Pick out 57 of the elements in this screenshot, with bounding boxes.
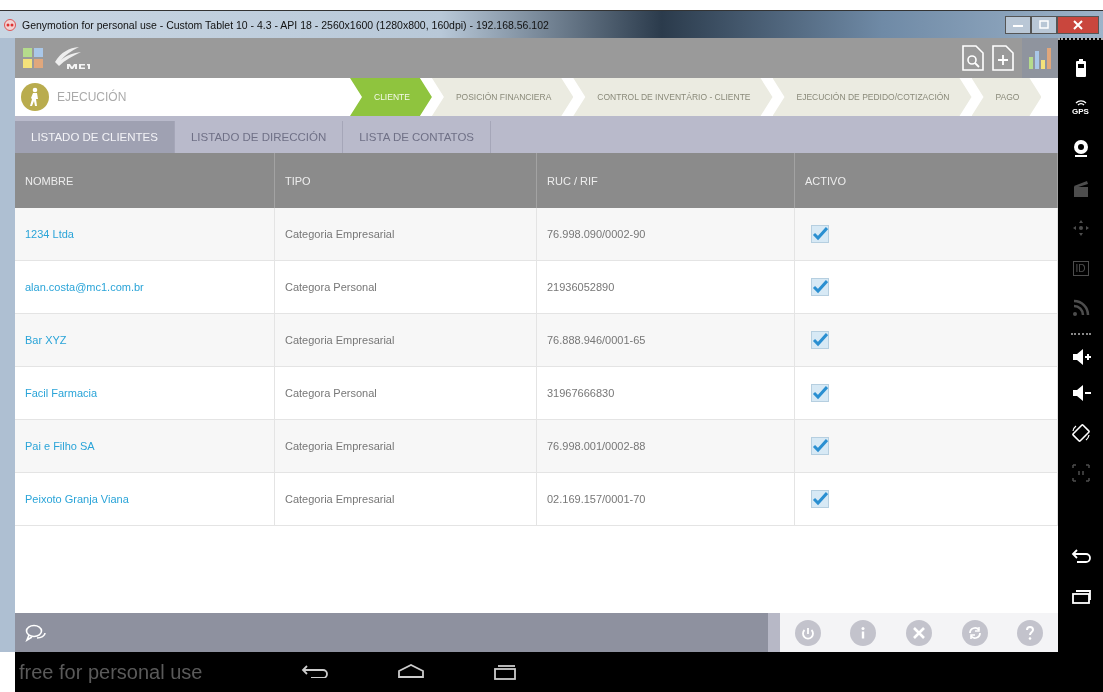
tab[interactable]: LISTADO DE CLIENTES <box>15 121 175 153</box>
add-document-icon[interactable] <box>992 45 1014 71</box>
table-cell: Categora Personal <box>275 261 537 313</box>
chat-icon[interactable] <box>25 623 47 642</box>
client-link[interactable]: 1234 Ltda <box>15 208 275 260</box>
client-link[interactable]: Bar XYZ <box>15 314 275 366</box>
close-button[interactable] <box>1057 15 1099 34</box>
checkbox[interactable] <box>811 331 829 349</box>
table-cell: 76.888.946/0001-65 <box>537 314 795 366</box>
volume-down-icon[interactable] <box>1070 383 1091 403</box>
checkbox[interactable] <box>811 490 829 508</box>
walking-person-icon <box>21 83 49 111</box>
info-icon[interactable] <box>850 619 877 646</box>
breadcrumb-step[interactable]: PAGO <box>971 78 1042 116</box>
checkbox[interactable] <box>811 225 829 243</box>
breadcrumb-step[interactable]: EJECUCIÓN DE PEDIDO/COTIZACIÓN <box>772 78 972 116</box>
breadcrumb-step[interactable]: CLIENTE <box>350 78 432 116</box>
table-cell: 31967666830 <box>537 367 795 419</box>
close-icon[interactable] <box>1073 19 1083 30</box>
table-cell: Categora Personal <box>275 367 537 419</box>
home-button[interactable] <box>397 664 425 680</box>
rotate-icon[interactable] <box>1070 423 1091 443</box>
search-document-icon[interactable] <box>962 45 984 71</box>
table-cell: 76.998.090/0002-90 <box>537 208 795 260</box>
client-link[interactable]: Peixoto Granja Viana <box>15 473 275 525</box>
table-cell: Categoria Empresarial <box>275 473 537 525</box>
power-icon[interactable] <box>794 619 821 646</box>
checkbox[interactable] <box>811 384 829 402</box>
window-title: Genymotion for personal use - Custom Tablet 10 - 4.3 - API 18 - 2560x1600 (1280x800, 160dpi) - 192.168.56.102 <box>22 18 549 31</box>
recent-apps-icon[interactable] <box>1070 587 1091 607</box>
maximize-button[interactable] <box>1031 15 1057 34</box>
table-cell: 21936052890 <box>537 261 795 313</box>
sync-icon[interactable] <box>961 619 988 646</box>
gps-button[interactable]: GPS <box>1072 88 1089 128</box>
app-icon <box>4 18 16 31</box>
section-title: EJECUCIÓN <box>57 90 127 104</box>
recent-apps-button[interactable] <box>493 664 517 680</box>
logo <box>53 46 93 70</box>
breadcrumb-step[interactable]: POSICIÓN FINANCIERA <box>431 78 574 116</box>
minimize-button[interactable] <box>1005 15 1031 34</box>
client-link[interactable]: alan.costa@mc1.com.br <box>15 261 275 313</box>
table-cell: Categoria Empresarial <box>275 314 537 366</box>
table-cell: 76.998.001/0002-88 <box>537 420 795 472</box>
table-cell: Categoria Empresarial <box>275 420 537 472</box>
breadcrumb-step[interactable]: CONTROL DE INVENTÁRIO - CLIENTE <box>573 78 773 116</box>
help-icon[interactable] <box>1017 619 1044 646</box>
checkbox[interactable] <box>811 278 829 296</box>
volume-up-icon[interactable] <box>1070 346 1091 367</box>
client-link[interactable]: Pai e Filho SA <box>15 420 275 472</box>
wifi-icon[interactable] <box>1074 100 1087 107</box>
client-link[interactable]: Facil Farmacia <box>15 367 275 419</box>
notice-text: free for personal use <box>19 660 204 684</box>
back-button[interactable] <box>301 664 329 680</box>
table-cell: 02.169.157/0001-70 <box>537 473 795 525</box>
checkbox[interactable] <box>811 437 829 455</box>
apps-grid-icon[interactable] <box>23 48 43 68</box>
table-cell: Categoria Empresarial <box>275 208 537 260</box>
